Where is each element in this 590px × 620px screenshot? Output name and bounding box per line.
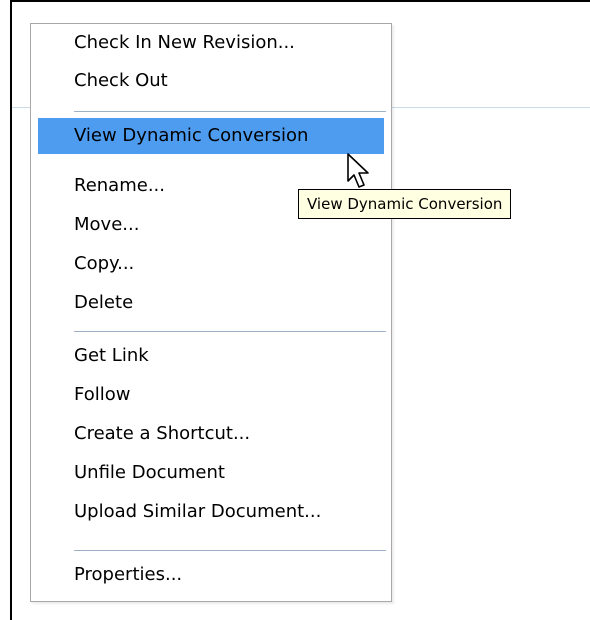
menu-item-follow[interactable]: Follow [38,377,384,413]
context-menu: Check In New Revision... Check Out View … [30,23,392,602]
menu-item-check-in-new-revision[interactable]: Check In New Revision... [38,25,384,61]
menu-item-unfile-document[interactable]: Unfile Document [38,455,384,491]
menu-item-create-shortcut[interactable]: Create a Shortcut... [38,416,384,452]
menu-item-check-out[interactable]: Check Out [38,63,384,99]
menu-item-copy[interactable]: Copy... [38,246,384,282]
tooltip: View Dynamic Conversion [298,189,512,219]
arrow-pointer-icon [347,153,369,188]
menu-item-delete[interactable]: Delete [38,285,384,321]
menu-separator [74,550,386,551]
menu-item-view-dynamic-conversion[interactable]: View Dynamic Conversion [38,118,384,154]
window-frame-left-border [10,0,12,620]
menu-item-get-link[interactable]: Get Link [38,338,384,374]
window-frame-top-border [10,0,590,2]
menu-separator [74,331,386,332]
menu-item-properties[interactable]: Properties... [38,557,384,593]
menu-separator [74,111,386,112]
menu-item-upload-similar-document[interactable]: Upload Similar Document... [38,494,384,530]
